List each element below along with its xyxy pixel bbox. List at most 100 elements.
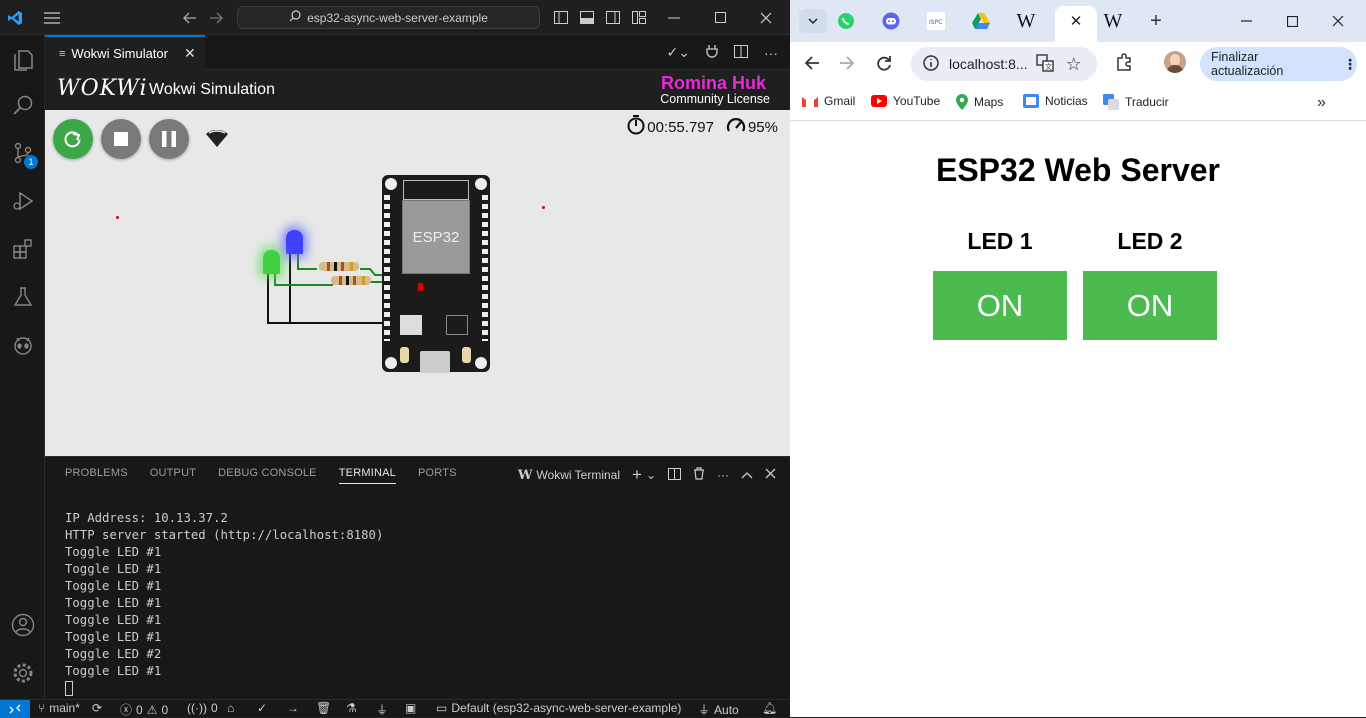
bookmark-traducir[interactable]: Traducir — [1103, 94, 1169, 110]
home-icon[interactable]: ⌂ — [227, 701, 234, 715]
close-window-icon[interactable] — [756, 0, 776, 35]
wokwi-terminal-selector[interactable]: W Wokwi Terminal — [518, 468, 620, 483]
maximize-icon[interactable] — [1281, 10, 1303, 32]
led2-toggle-button[interactable]: ON — [1083, 271, 1217, 340]
check-chevron-icon[interactable]: ✓⌄ — [667, 44, 690, 61]
blue-led[interactable] — [286, 230, 303, 254]
test-flask-icon[interactable]: ⚗ — [346, 701, 357, 715]
toggle-secondary-sidebar-icon[interactable] — [604, 0, 622, 35]
close-tab-icon[interactable]: ✕ — [1065, 10, 1087, 32]
sync-icon[interactable]: ⟳ — [92, 701, 102, 715]
forward-icon[interactable] — [206, 0, 226, 35]
address-bar[interactable]: localhost:8... 文 ☆ — [911, 47, 1097, 81]
menu-icon[interactable] — [40, 0, 64, 35]
more-actions-icon[interactable]: ··· — [764, 45, 778, 61]
reload-icon[interactable] — [876, 55, 892, 76]
tab-output[interactable]: OUTPUT — [150, 467, 196, 484]
remote-indicator[interactable] — [0, 700, 30, 718]
site-info-icon[interactable] — [923, 54, 939, 74]
tab-search-chevron-icon[interactable] — [799, 9, 827, 33]
clean-trash-icon[interactable]: 🗑 — [316, 701, 331, 715]
profile-avatar[interactable] — [1164, 51, 1186, 73]
wikipedia-tab-icon[interactable]: W — [1015, 10, 1037, 32]
terminal-output[interactable]: IP Address: 10.13.37.2 HTTP server start… — [65, 510, 383, 697]
settings-gear-icon[interactable] — [0, 651, 45, 695]
esp32-board[interactable]: ESP32 — [382, 175, 490, 373]
notifications-bell-icon[interactable]: 🔔︎ — [762, 701, 777, 715]
plug-icon[interactable] — [706, 44, 718, 61]
branch-status[interactable]: ⑂ main* — [38, 701, 80, 715]
trash-icon[interactable] — [693, 467, 705, 483]
toggle-sidebar-icon[interactable] — [552, 0, 570, 35]
forward-icon[interactable] — [839, 55, 855, 76]
simulation-canvas[interactable]: 00:55.797 95% ESP32 — [45, 110, 790, 456]
new-terminal-icon[interactable]: + — [632, 465, 642, 485]
maximize-icon[interactable] — [710, 0, 730, 35]
new-tab-icon[interactable]: + — [1145, 10, 1167, 32]
extensions-icon[interactable] — [0, 227, 45, 271]
tab-close-icon[interactable]: ✕ — [184, 45, 196, 62]
split-editor-icon[interactable] — [734, 44, 748, 61]
minimize-icon[interactable] — [1235, 10, 1257, 32]
explorer-icon[interactable] — [0, 37, 45, 81]
split-terminal-icon[interactable] — [668, 467, 681, 483]
pause-simulation-button[interactable] — [149, 119, 189, 159]
google-drive-tab-icon[interactable] — [970, 10, 992, 32]
toggle-panel-icon[interactable] — [578, 0, 596, 35]
command-center-search[interactable]: esp32-async-web-server-example — [237, 6, 540, 29]
extensions-puzzle-icon[interactable] — [1115, 53, 1133, 76]
tab-problems[interactable]: PROBLEMS — [65, 467, 128, 484]
finish-update-button[interactable]: Finalizar actualización ⋮ — [1200, 47, 1357, 81]
tab-wokwi-simulator[interactable]: ≡ Wokwi Simulator ✕ — [45, 35, 205, 70]
testing-flask-icon[interactable] — [0, 275, 45, 319]
account-icon[interactable] — [0, 603, 45, 647]
bookmark-gmail[interactable]: Gmail — [802, 94, 855, 108]
tab-terminal[interactable]: TERMINAL — [338, 467, 396, 484]
tab-debug-console[interactable]: DEBUG CONSOLE — [218, 467, 317, 484]
bookmark-noticias[interactable]: Noticias — [1023, 94, 1088, 108]
terminal-icon[interactable]: ▣ — [405, 701, 416, 715]
translate-icon[interactable]: 文 — [1035, 53, 1054, 75]
problems-status[interactable]: ⓧ 0 ⚠ 0 — [120, 701, 168, 718]
green-led[interactable] — [263, 250, 280, 274]
close-window-icon[interactable] — [1327, 10, 1349, 32]
ispc-tab-icon[interactable]: ISPC — [925, 10, 947, 32]
source-control-icon[interactable]: 1 — [0, 131, 45, 175]
wifi-icon — [205, 129, 229, 153]
bookmark-star-icon[interactable]: ☆ — [1066, 54, 1082, 75]
discord-tab-icon[interactable] — [880, 10, 902, 32]
resistor[interactable] — [319, 262, 359, 271]
chevron-down-icon[interactable]: ⌄ — [646, 468, 656, 482]
search-sidebar-icon[interactable] — [0, 83, 45, 127]
maximize-panel-icon[interactable] — [741, 468, 753, 482]
stop-simulation-button[interactable] — [101, 119, 141, 159]
run-debug-icon[interactable] — [0, 179, 45, 223]
project-env-status[interactable]: ▭ Default (esp32-async-web-server-example… — [436, 701, 681, 715]
build-check-icon[interactable]: ✓ — [257, 701, 267, 715]
back-icon[interactable] — [180, 0, 200, 35]
ports-status[interactable]: ((·)) 0 — [187, 701, 218, 715]
restart-simulation-button[interactable] — [53, 119, 93, 159]
more-bookmarks-icon[interactable]: » — [1317, 94, 1326, 112]
led1-toggle-button[interactable]: ON — [933, 271, 1067, 340]
tab-ports[interactable]: PORTS — [418, 467, 457, 484]
bookmark-youtube[interactable]: YouTube — [871, 94, 940, 108]
upload-arrow-icon[interactable]: → — [287, 701, 299, 715]
close-panel-icon[interactable] — [765, 468, 776, 482]
bookmark-maps[interactable]: Maps — [956, 94, 1003, 110]
more-icon[interactable]: ··· — [717, 468, 729, 482]
back-icon[interactable] — [804, 55, 820, 76]
editor-tab-bar: ≡ Wokwi Simulator ✕ ✓⌄ ··· — [45, 35, 790, 70]
red-marker-dot — [542, 206, 545, 209]
serial-plug-icon[interactable]: ⏚ — [376, 701, 388, 718]
customize-layout-icon[interactable] — [630, 0, 648, 35]
chrome-menu-icon[interactable]: ⋮ — [1343, 56, 1357, 73]
terminal-line: Toggle LED #1 — [65, 562, 162, 576]
port-auto-status[interactable]: ⏚ Auto — [698, 701, 739, 718]
minimize-icon[interactable] — [664, 0, 684, 35]
whatsapp-tab-icon[interactable] — [835, 10, 857, 32]
resistor[interactable] — [331, 276, 371, 285]
platformio-alien-icon[interactable] — [0, 323, 45, 367]
simulation-status: 00:55.797 95% — [627, 115, 778, 139]
wikipedia-tab-icon[interactable]: W — [1102, 10, 1124, 32]
